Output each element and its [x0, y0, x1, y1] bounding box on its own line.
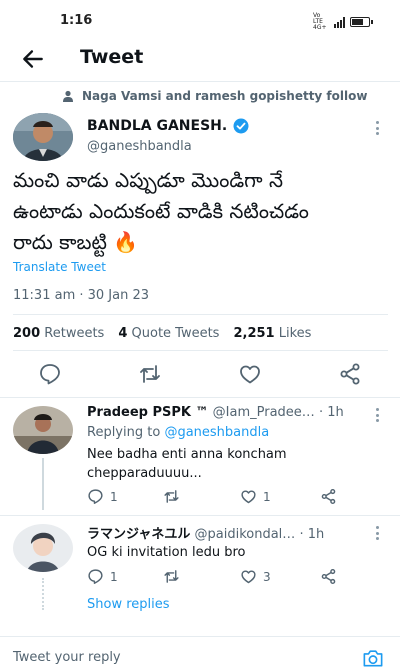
person-icon: [63, 90, 73, 102]
retweets-stat[interactable]: 200 Retweets: [13, 326, 104, 341]
reply-count: 1: [110, 489, 118, 504]
share-icon[interactable]: [338, 362, 362, 386]
reply-header: Pradeep PSPK ™ @Iam_Pradee… · 1h: [87, 405, 344, 420]
reply-composer-bar: Tweet your reply: [0, 636, 400, 668]
like-icon[interactable]: [238, 362, 262, 386]
thread-dots: [42, 578, 44, 610]
page-title: Tweet: [80, 46, 144, 68]
author-name-row[interactable]: BANDLA GANESH.: [87, 118, 249, 134]
tweet-text: మంచి వాడు ఎప్పుడూ మొండిగా నే ఉంటాడు ఎందు…: [13, 168, 309, 254]
divider: [13, 350, 388, 351]
reply-author-handle: @paidikondal…: [194, 527, 296, 542]
reply-actions: 1 3: [87, 568, 347, 586]
likes-stat[interactable]: 2,251 Likes: [233, 326, 311, 341]
reply-reply-button[interactable]: 1: [87, 488, 118, 505]
reply-like-button[interactable]: 1: [240, 488, 271, 505]
reply-text: Nee badha enti anna koncham chepparaduuu…: [87, 447, 287, 481]
reply-text: OG ki invitation ledu bro: [87, 545, 246, 560]
reply-icon: [88, 569, 103, 584]
quote-tweets-stat[interactable]: 4 Quote Tweets: [118, 326, 219, 341]
share-icon: [321, 568, 336, 585]
social-context[interactable]: Naga Vamsi and ramesh gopishetty follow: [62, 89, 367, 103]
header-divider: [0, 81, 400, 82]
reply-icon: [88, 489, 103, 504]
reply-share-button[interactable]: [320, 488, 337, 505]
like-count: 3: [263, 569, 271, 584]
replying-to-mention[interactable]: @ganeshbandla: [164, 425, 269, 440]
status-icons: Vo LTE 4G+: [313, 12, 373, 31]
replying-to: Replying to @ganeshbandla: [87, 425, 270, 440]
reply-avatar[interactable]: [13, 524, 73, 572]
reply-input[interactable]: Tweet your reply: [13, 650, 121, 665]
like-icon: [241, 490, 256, 504]
like-icon: [241, 570, 256, 584]
tweet-timestamp: 11:31 am · 30 Jan 23: [13, 288, 150, 303]
reply-header: ラマンジャネユル @paidikondal… · 1h: [87, 523, 324, 542]
divider: [13, 314, 388, 315]
signal-icon: [334, 16, 345, 28]
avatar-photo: [13, 113, 73, 161]
avatar-photo: [13, 524, 73, 572]
camera-icon[interactable]: [362, 648, 384, 668]
divider: [0, 397, 400, 398]
reply-count: 1: [110, 569, 118, 584]
reply-reply-button[interactable]: 1: [87, 568, 118, 585]
reply-time: · 1h: [318, 405, 344, 420]
share-icon: [321, 488, 336, 505]
tweet-stats: 200 Retweets 4 Quote Tweets 2,251 Likes: [13, 326, 311, 341]
reply-actions: 1 1: [87, 488, 347, 506]
reply-retweet-button[interactable]: [163, 488, 186, 505]
app-header: Tweet: [0, 38, 400, 80]
author-name: BANDLA GANESH.: [87, 118, 228, 134]
more-options-icon[interactable]: [375, 408, 379, 422]
retweet-icon: [164, 490, 179, 503]
reply-icon[interactable]: [38, 362, 62, 386]
verified-badge-icon: [233, 118, 249, 134]
social-context-text: Naga Vamsi and ramesh gopishetty follow: [82, 89, 368, 103]
author-handle: @ganeshbandla: [87, 139, 192, 154]
thread-line: [42, 458, 44, 510]
reply-avatar[interactable]: [13, 406, 73, 454]
reply-like-button[interactable]: 3: [240, 568, 271, 585]
network-label: Vo LTE 4G+: [313, 12, 327, 31]
retweet-icon[interactable]: [138, 362, 162, 386]
reply-author-name[interactable]: Pradeep PSPK ™: [87, 405, 209, 420]
tweet-actions: [0, 362, 400, 388]
translate-tweet-link[interactable]: Translate Tweet: [13, 260, 106, 274]
like-count: 1: [263, 489, 271, 504]
more-options-icon[interactable]: [375, 526, 379, 540]
reply-share-button[interactable]: [320, 568, 337, 585]
author-avatar[interactable]: [13, 113, 73, 161]
reply-author-handle: @Iam_Pradee…: [212, 405, 315, 420]
back-arrow-icon[interactable]: [20, 46, 46, 72]
retweet-icon: [164, 570, 179, 583]
status-bar: 1:16 Vo LTE 4G+: [0, 0, 400, 40]
show-replies-link[interactable]: Show replies: [87, 597, 170, 612]
divider: [0, 515, 400, 516]
status-time: 1:16: [60, 13, 93, 28]
battery-icon: [350, 17, 373, 27]
more-options-icon[interactable]: [375, 121, 379, 135]
reply-author-name[interactable]: ラマンジャネユル: [87, 527, 190, 542]
reply-time: · 1h: [299, 527, 325, 542]
avatar-photo: [13, 406, 73, 454]
reply-retweet-button[interactable]: [163, 568, 186, 585]
